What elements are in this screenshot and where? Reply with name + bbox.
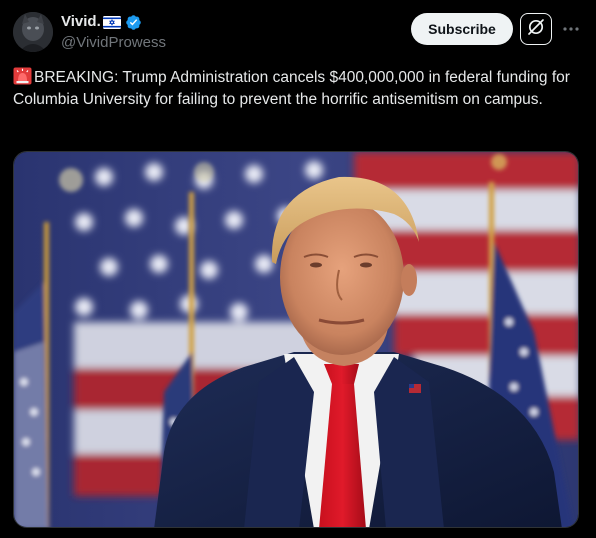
subscribe-button[interactable]: Subscribe bbox=[411, 13, 513, 45]
post-text-block: BREAKING: Trump Administration cancels $… bbox=[13, 67, 583, 111]
author-name-row[interactable]: Vivid. bbox=[61, 12, 142, 32]
grok-icon bbox=[526, 17, 546, 42]
post-card: Vivid. @VividProwess Subscribe BREAKING:… bbox=[0, 0, 596, 538]
more-options-button[interactable] bbox=[560, 17, 582, 39]
police-light-icon bbox=[13, 67, 32, 85]
display-name[interactable]: Vivid. bbox=[61, 12, 101, 32]
more-icon bbox=[562, 19, 580, 37]
avatar[interactable] bbox=[13, 12, 53, 52]
grok-button[interactable] bbox=[520, 13, 552, 45]
post-text: BREAKING: Trump Administration cancels $… bbox=[13, 69, 570, 108]
israel-flag-icon bbox=[102, 15, 121, 29]
author-handle[interactable]: @VividProwess bbox=[61, 34, 166, 52]
verified-badge-icon bbox=[125, 14, 142, 31]
post-photo[interactable] bbox=[13, 151, 579, 528]
